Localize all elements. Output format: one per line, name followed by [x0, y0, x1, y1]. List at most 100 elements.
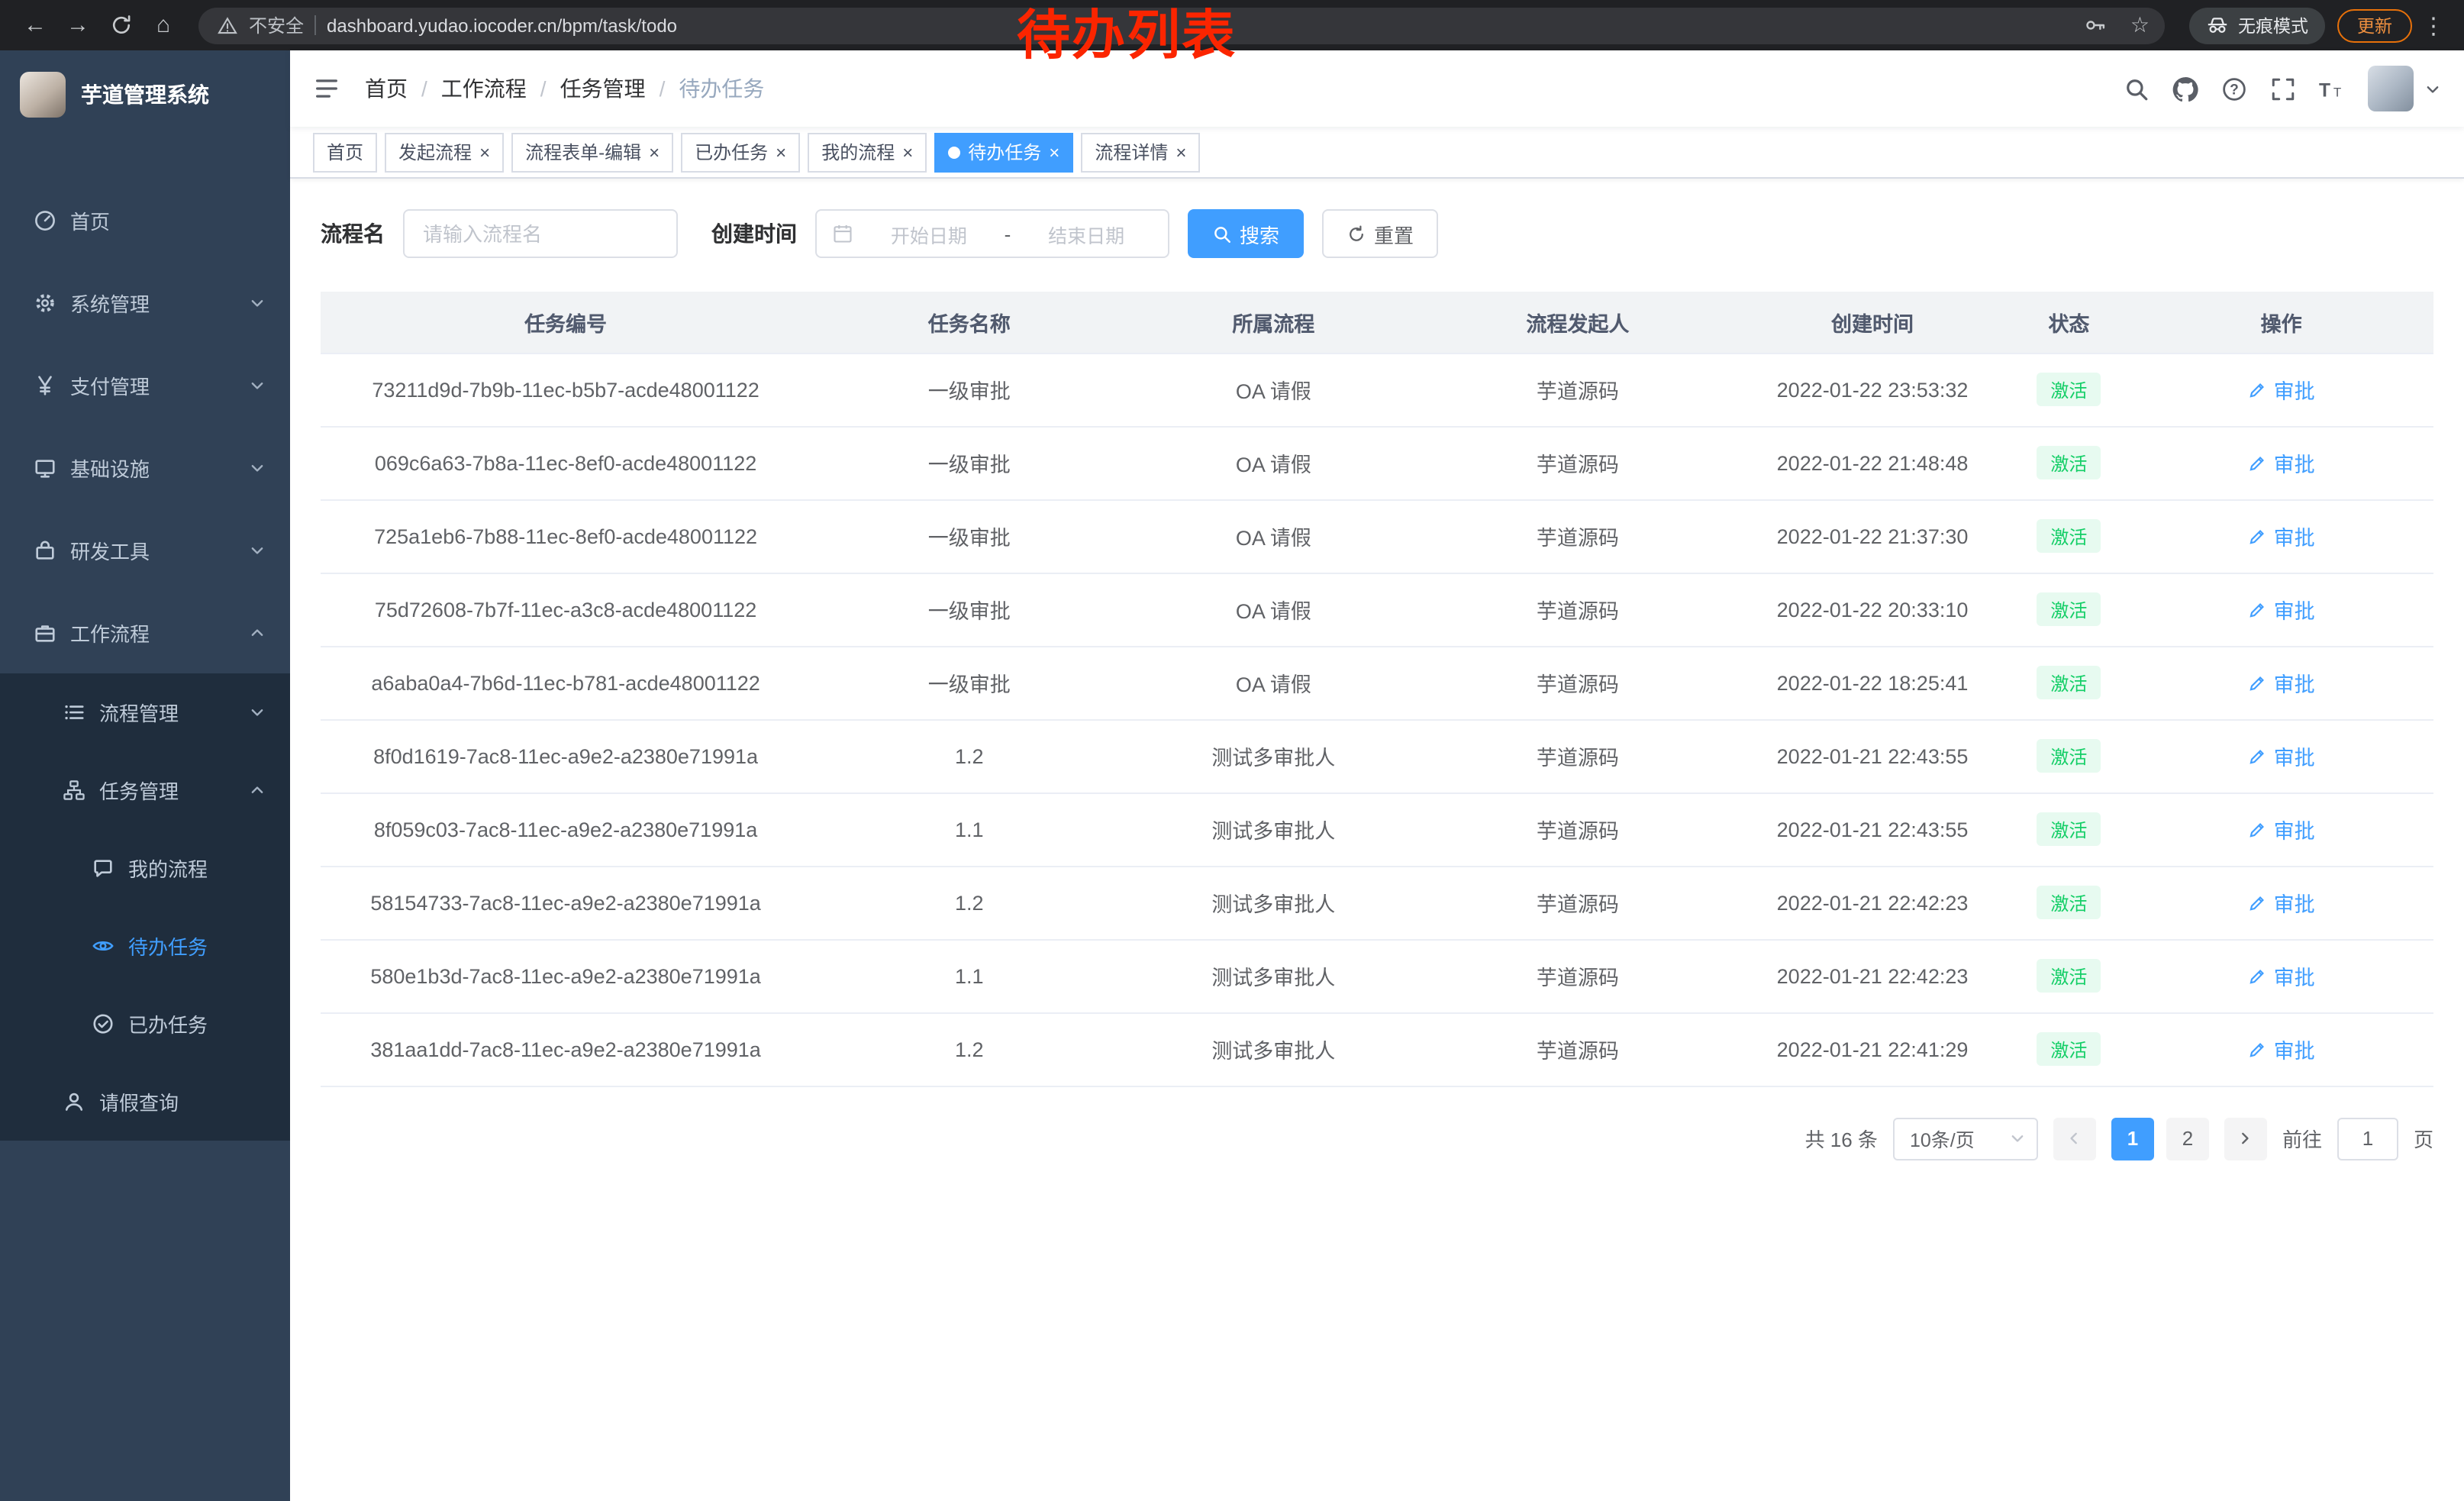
- security-warning-icon: [217, 15, 238, 36]
- tab-close-icon[interactable]: ×: [479, 143, 490, 161]
- page-button-1[interactable]: 1: [2111, 1117, 2154, 1160]
- tab-3[interactable]: 已办任务×: [681, 132, 800, 172]
- sidebar-item-label: 已办任务: [128, 1009, 208, 1038]
- org-icon: [63, 779, 85, 802]
- sidebar-item-label: 请假查询: [99, 1087, 179, 1116]
- github-icon[interactable]: [2172, 76, 2198, 102]
- cell-action: 审批: [2129, 719, 2433, 792]
- approve-label: 审批: [2274, 887, 2315, 918]
- process-name-input[interactable]: [405, 211, 676, 257]
- cell-task-id: 8f059c03-7ac8-11ec-a9e2-a2380e71991a: [321, 792, 811, 866]
- tab-close-icon[interactable]: ×: [1049, 143, 1059, 161]
- next-page-button[interactable]: [2224, 1117, 2267, 1160]
- approve-link[interactable]: 审批: [2248, 521, 2315, 551]
- sidebar-item-0[interactable]: 首页: [0, 179, 290, 261]
- sidebar-item-8[interactable]: 我的流程: [0, 829, 290, 907]
- security-label[interactable]: 不安全: [249, 12, 304, 38]
- menu-dots-icon[interactable]: ⋮: [2418, 5, 2449, 45]
- reload-glyph-icon: [109, 14, 132, 37]
- page-size-value: 10条/页: [1910, 1124, 1975, 1153]
- search-button[interactable]: 搜索: [1188, 209, 1304, 258]
- prev-page-button[interactable]: [2053, 1117, 2096, 1160]
- sidebar-item-9[interactable]: 待办任务: [0, 907, 290, 985]
- fullscreen-icon[interactable]: [2270, 76, 2296, 102]
- tab-5[interactable]: 待办任务×: [934, 132, 1073, 172]
- sidebar-item-3[interactable]: 基础设施: [0, 426, 290, 508]
- end-date-placeholder[interactable]: 结束日期: [1020, 219, 1153, 248]
- tab-4[interactable]: 我的流程×: [808, 132, 927, 172]
- tab-close-icon[interactable]: ×: [776, 143, 786, 161]
- cell-action: 审批: [2129, 792, 2433, 866]
- tab-close-icon[interactable]: ×: [649, 143, 660, 161]
- app: 待办列表 ← → ⌂ 不安全 dashboard.yudao.iocoder.c…: [0, 0, 2464, 1501]
- status-badge: 激活: [2037, 446, 2101, 479]
- cell-action: 审批: [2129, 866, 2433, 939]
- page-button-2[interactable]: 2: [2166, 1117, 2209, 1160]
- cell-status: 激活: [2009, 646, 2130, 719]
- sidebar-item-7[interactable]: 任务管理: [0, 751, 290, 829]
- sidebar-item-1[interactable]: 系统管理: [0, 261, 290, 344]
- sidebar-item-2[interactable]: 支付管理: [0, 344, 290, 426]
- reload-icon[interactable]: [101, 5, 140, 45]
- font-size-icon[interactable]: TT: [2319, 76, 2345, 102]
- sidebar-item-4[interactable]: 研发工具: [0, 508, 290, 591]
- sidebar-item-10[interactable]: 已办任务: [0, 985, 290, 1063]
- approve-link[interactable]: 审批: [2248, 741, 2315, 771]
- tab-0[interactable]: 首页: [313, 132, 377, 172]
- pen-icon: [2248, 526, 2268, 546]
- tab-1[interactable]: 发起流程×: [385, 132, 504, 172]
- app-logo[interactable]: 芋道管理系统: [0, 50, 290, 139]
- date-range-picker[interactable]: 开始日期 - 结束日期: [815, 209, 1169, 258]
- back-icon[interactable]: ←: [15, 5, 55, 45]
- forward-icon[interactable]: →: [58, 5, 98, 45]
- approve-link[interactable]: 审批: [2248, 667, 2315, 698]
- approve-link[interactable]: 审批: [2248, 374, 2315, 405]
- user-avatar[interactable]: [2368, 66, 2414, 111]
- cell-process: 测试多审批人: [1127, 866, 1419, 939]
- cell-process: OA 请假: [1127, 573, 1419, 646]
- breadcrumb-item-0[interactable]: 首页: [365, 73, 408, 104]
- goto-label: 前往: [2282, 1124, 2322, 1153]
- cell-task-id: 75d72608-7b7f-11ec-a3c8-acde48001122: [321, 573, 811, 646]
- help-icon[interactable]: ?: [2221, 76, 2247, 102]
- sidebar-item-11[interactable]: 请假查询: [0, 1063, 290, 1141]
- task-table: 任务编号任务名称所属流程流程发起人创建时间状态操作 73211d9d-7b9b-…: [321, 292, 2433, 1086]
- pen-icon: [2248, 379, 2268, 399]
- goto-page-input[interactable]: [2337, 1117, 2398, 1160]
- cell-action: 审批: [2129, 646, 2433, 719]
- sidebar-item-5[interactable]: 工作流程: [0, 591, 290, 673]
- breadcrumb-item-2[interactable]: 任务管理: [560, 73, 646, 104]
- table-row: a6aba0a4-7b6d-11ec-b781-acde48001122一级审批…: [321, 646, 2433, 719]
- approve-link[interactable]: 审批: [2248, 594, 2315, 625]
- cell-initiator: 芋道源码: [1419, 646, 1736, 719]
- approve-link[interactable]: 审批: [2248, 814, 2315, 844]
- cell-process: 测试多审批人: [1127, 719, 1419, 792]
- tab-close-icon[interactable]: ×: [902, 143, 913, 161]
- tab-close-icon[interactable]: ×: [1176, 143, 1186, 161]
- tab-2[interactable]: 流程表单-编辑×: [511, 132, 673, 172]
- approve-link[interactable]: 审批: [2248, 960, 2315, 991]
- cell-status: 激活: [2009, 499, 2130, 573]
- url-text[interactable]: dashboard.yudao.iocoder.cn/bpm/task/todo: [327, 15, 677, 36]
- bookmark-star-icon[interactable]: ☆: [2130, 12, 2150, 38]
- sidebar-item-6[interactable]: 流程管理: [0, 673, 290, 751]
- cell-created: 2022-01-22 18:25:41: [1737, 646, 2009, 719]
- search-button-icon: [1212, 224, 1232, 244]
- approve-link[interactable]: 审批: [2248, 1034, 2315, 1064]
- key-icon[interactable]: [2085, 14, 2108, 37]
- approve-link[interactable]: 审批: [2248, 887, 2315, 918]
- pen-icon: [2248, 966, 2268, 986]
- page-size-select[interactable]: 10条/页: [1893, 1117, 2038, 1160]
- tab-6[interactable]: 流程详情×: [1081, 132, 1200, 172]
- approve-link[interactable]: 审批: [2248, 447, 2315, 478]
- breadcrumb-item-1[interactable]: 工作流程: [441, 73, 527, 104]
- page-unit-label: 页: [2414, 1124, 2433, 1153]
- reset-button[interactable]: 重置: [1322, 209, 1438, 258]
- header-search-icon[interactable]: [2124, 76, 2150, 102]
- hamburger-icon[interactable]: [313, 75, 340, 102]
- avatar-caret-icon[interactable]: [2424, 80, 2441, 97]
- cell-process: 测试多审批人: [1127, 939, 1419, 1012]
- home-icon[interactable]: ⌂: [144, 5, 183, 45]
- update-button[interactable]: 更新: [2337, 8, 2412, 42]
- start-date-placeholder[interactable]: 开始日期: [863, 219, 995, 248]
